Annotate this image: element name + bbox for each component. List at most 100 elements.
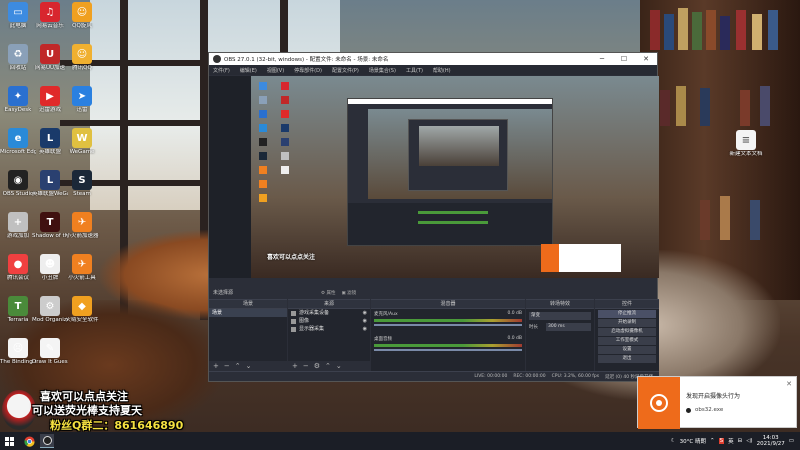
remove-icon[interactable]: − — [303, 361, 309, 371]
studio-mode-button[interactable]: 工作室模式 — [598, 337, 656, 345]
menu-help[interactable]: 帮助(H) — [433, 67, 451, 74]
transition-select[interactable]: 渐变 — [529, 312, 591, 320]
webcam-icon — [650, 394, 668, 412]
settings-button[interactable]: 设置 — [598, 346, 656, 354]
source-item[interactable]: 显示器采集 ◉ — [288, 325, 370, 333]
lang-indicator[interactable]: 英 — [728, 437, 734, 445]
clock-date: 2021/9/27 — [756, 441, 785, 447]
uu-icon: U — [40, 44, 60, 64]
source-item[interactable]: 图像 ◉ — [288, 317, 370, 325]
desktop-icon-label: 腾讯QQ — [72, 65, 92, 71]
desktop-icon[interactable]: eMicrosoft Edge — [0, 128, 36, 156]
desktop-icon[interactable]: ✈ 小火箭工具 — [64, 254, 100, 282]
menu-edit[interactable]: 编辑(E) — [240, 67, 257, 74]
desktop-icon[interactable]: ✦ EasyDesk — [0, 86, 36, 114]
stop-streaming-button[interactable]: 停止推流 — [598, 310, 656, 318]
start-recording-button[interactable]: 开始录制 — [598, 319, 656, 327]
menu-tools[interactable]: 工具(T) — [406, 67, 423, 74]
obs-window[interactable]: OBS 27.0.1 (32-bit, windows) - 配置文件: 未命名… — [208, 52, 659, 382]
desktop-icon[interactable]: ☺ 腾讯QQ — [64, 44, 100, 72]
desktop-icon[interactable]: ➤ 迅雷 — [64, 86, 100, 114]
close-icon[interactable]: ✕ — [635, 53, 657, 65]
sources-dock: 来源 游戏采集设备 ◉ 图像 ◉ 显示器采集 ◉ + − ⚙ ⌃ ⌄ — [288, 299, 370, 371]
controls-dock: 控件 停止推流 开始录制 启动虚拟摄像机 工作室模式 设置 退出 — [595, 299, 659, 371]
clock[interactable]: 14:03 2021/9/27 — [757, 435, 785, 447]
mascot-avatar — [2, 390, 36, 430]
maximize-icon[interactable]: ☐ — [613, 53, 635, 65]
obs-preview[interactable]: 喜欢可以点点关注 — [251, 76, 659, 278]
eye-icon[interactable]: ◉ — [363, 309, 367, 317]
ime-icon[interactable]: S — [718, 438, 725, 444]
move-up-icon[interactable]: ⌃ — [235, 361, 241, 371]
taskbar-app-chrome[interactable] — [22, 434, 36, 448]
desktop-icon[interactable]: ♫ 网易云音乐 — [32, 2, 68, 30]
exit-button[interactable]: 退出 — [598, 355, 656, 363]
desktop-icon[interactable]: ✈ 小火箭加速器 — [64, 212, 100, 240]
desktop-icon-label: 英雄联盟WeGame版 — [32, 191, 68, 197]
move-down-icon[interactable]: ⌄ — [246, 361, 252, 371]
desktop-icon-text-file[interactable]: ≡ 新建文本文档 — [728, 130, 764, 158]
network-icon[interactable]: ⊟ — [738, 438, 743, 444]
desktop-icon[interactable]: ◆ 火绒安全软件 — [64, 296, 100, 324]
camera-notification[interactable]: 发现开启摄像头行为 obs32.exe ✕ — [637, 376, 797, 429]
desktop-icon[interactable]: TShadow of the Tomb Raider — [32, 212, 68, 240]
volume-meter — [374, 319, 522, 322]
menu-scene-collection[interactable]: 场景集合(S) — [369, 67, 396, 74]
taskbar-app-obs[interactable] — [40, 434, 54, 448]
chevron-up-icon[interactable]: ⌃ — [710, 438, 715, 444]
add-icon[interactable]: + — [213, 361, 219, 371]
minimize-icon[interactable]: ─ — [591, 53, 613, 65]
desktop-icon[interactable]: L 英雄联盟 — [32, 128, 68, 156]
move-up-icon[interactable]: ⌃ — [325, 361, 331, 371]
desktop-icon[interactable]: S Steam — [64, 170, 100, 198]
controls-dock-title: 控件 — [595, 300, 659, 309]
eye-icon[interactable]: ◉ — [363, 317, 367, 325]
obs-status-bar: LIVE: 00:00:00 REC: 00:00:00 CPU: 3.2%, … — [209, 371, 659, 381]
desktop-icon[interactable]: ☹The Binding of Isaac: Re... — [0, 338, 36, 366]
menu-file[interactable]: 文件(F) — [213, 67, 230, 74]
desktop-icon[interactable]: ♻ 回收站 — [0, 44, 36, 72]
desktop-icon-label: Mod Organizer — [32, 317, 68, 323]
desktop-icon[interactable]: ⚙Mod Organizer — [32, 296, 68, 324]
volume-slider[interactable] — [374, 349, 522, 351]
desktop-icon[interactable]: ☺ QQ旋风 — [64, 2, 100, 30]
duration-input[interactable]: 300 ms — [546, 323, 591, 331]
desktop-icon[interactable]: ◉ OBS Studio — [0, 170, 36, 198]
chrome-icon — [23, 435, 35, 447]
close-icon[interactable]: ✕ — [786, 380, 792, 388]
qq-icon: ☺ — [72, 44, 92, 64]
desktop-icon[interactable]: ● 腾讯会议 — [0, 254, 36, 282]
qq-icon: ☺ — [72, 2, 92, 22]
volume-icon[interactable]: ◁) — [746, 438, 752, 444]
add-icon[interactable]: + — [292, 361, 298, 371]
virtual-camera-button[interactable]: 启动虚拟摄像机 — [598, 328, 656, 336]
draw-icon: ✎ — [40, 338, 60, 358]
desktop-icon[interactable]: U 网易UU加速 — [32, 44, 68, 72]
menu-profile[interactable]: 配置文件(P) — [332, 67, 359, 74]
scene-item[interactable]: 场景 — [209, 309, 287, 317]
desktop-icon[interactable]: + 游戏加加 — [0, 212, 36, 240]
steam-icon: S — [72, 170, 92, 190]
desktop-icon[interactable]: W WeGame — [64, 128, 100, 156]
menu-docks[interactable]: 停靠部件(D) — [294, 67, 322, 74]
desktop-icon-label: Microsoft Edge — [0, 149, 36, 155]
start-button[interactable] — [0, 432, 18, 450]
desktop-icon[interactable]: L英雄联盟WeGame版 — [32, 170, 68, 198]
desktop-icon[interactable]: ☻ 小丑牌 — [32, 254, 68, 282]
eye-icon[interactable]: ◉ — [363, 325, 367, 333]
source-item[interactable]: 游戏采集设备 ◉ — [288, 309, 370, 317]
remove-icon[interactable]: − — [224, 361, 230, 371]
desktop-icon[interactable]: T Terraria — [0, 296, 36, 324]
desktop-icon-label: 此电脑 — [9, 23, 27, 29]
desktop-icon[interactable]: ✎ Draw It Guess — [32, 338, 68, 366]
gear-icon[interactable]: ⚙ — [314, 361, 320, 371]
app-icon: ● — [8, 254, 28, 274]
volume-slider[interactable] — [374, 324, 522, 326]
obs-titlebar[interactable]: OBS 27.0.1 (32-bit, windows) - 配置文件: 未命名… — [209, 53, 657, 65]
menu-view[interactable]: 视图(V) — [267, 67, 284, 74]
move-down-icon[interactable]: ⌄ — [336, 361, 342, 371]
notification-center-icon[interactable]: ▭ — [789, 438, 794, 444]
text-file-icon: ≡ — [736, 130, 756, 150]
desktop-icon[interactable]: ▭ 此电脑 — [0, 2, 36, 30]
desktop-icon[interactable]: ▶ 迅雷游戏 — [32, 86, 68, 114]
